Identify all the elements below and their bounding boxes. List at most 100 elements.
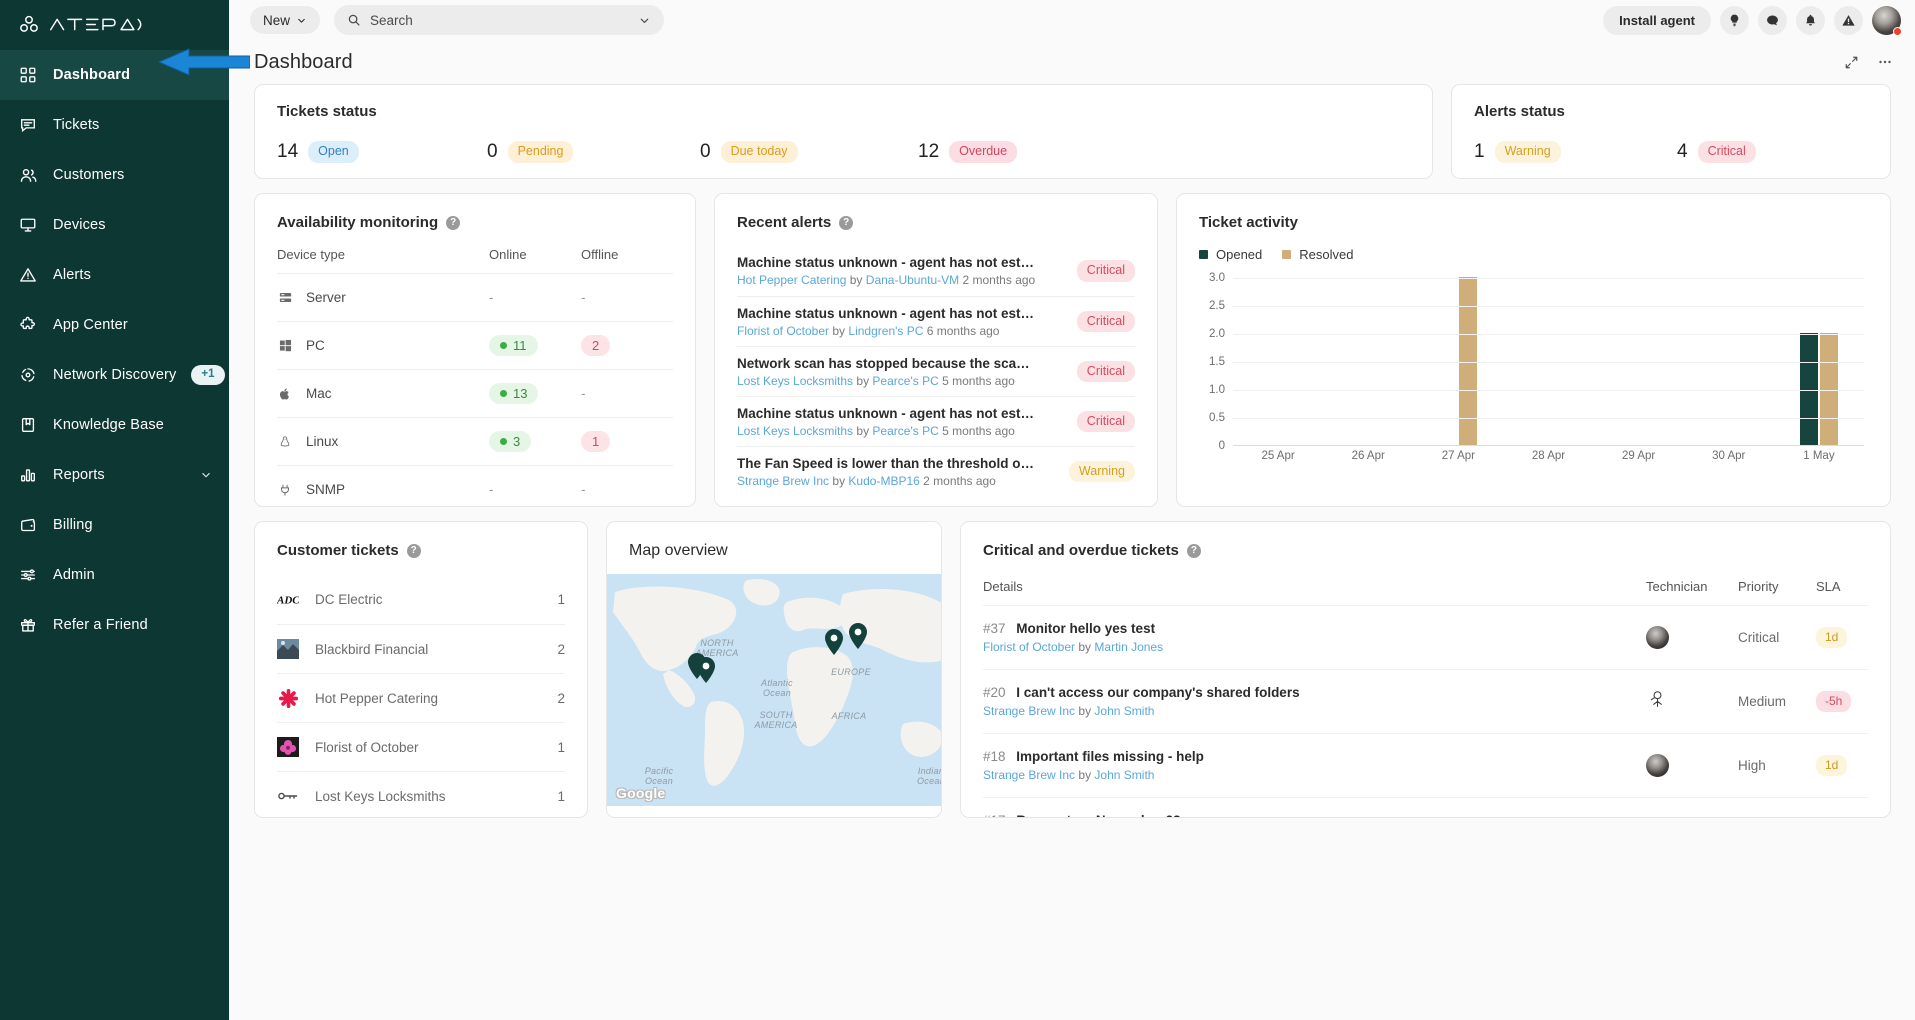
status-badge: Critical [1077,411,1135,433]
ticket-count: 1 [557,789,565,804]
table-row[interactable]: Mac 13 - [277,370,673,418]
column-header-technician: Technician [1646,579,1738,594]
technician-avatar[interactable] [1646,689,1669,712]
middle-row: Availability monitoring ? Device type On… [254,193,1891,507]
list-item[interactable]: Machine status unknown - agent has not e… [737,396,1135,446]
table-row[interactable]: #37 Monitor hello yes test Florist of Oc… [983,605,1868,669]
sidebar-item-dashboard[interactable]: Dashboard [0,50,229,100]
alert-stat-warning[interactable]: 1 Warning [1474,141,1677,163]
ticket-customer-link[interactable]: Florist of October [983,640,1075,654]
map-canvas[interactable]: NORTHAMERICA SOUTHAMERICA EUROPE AFRICA … [607,574,941,806]
chart-y-axis: 00.51.01.52.02.53.0 [1199,278,1225,446]
list-item[interactable]: ADC DC Electric 1 [277,575,565,624]
table-row[interactable]: PC 11 2 [277,322,673,370]
sidebar-item-devices[interactable]: Devices [0,200,229,250]
ticket-title[interactable]: Important files missing - help [1016,749,1204,764]
sidebar-item-reports[interactable]: Reports [0,450,229,500]
sidebar-item-billing[interactable]: Billing [0,500,229,550]
map-pin[interactable] [695,656,717,684]
ticket-requester-link[interactable]: John Smith [1094,704,1154,718]
brand-logo-atera[interactable] [0,0,229,48]
chevron-down-icon[interactable] [199,468,213,482]
sidebar-item-tickets[interactable]: Tickets [0,100,229,150]
alert-device-link[interactable]: Dana-Ubuntu-VM [866,273,959,287]
legend-item-opened[interactable]: Opened [1199,247,1262,262]
list-item[interactable]: Network scan has stopped because the sca… [737,346,1135,396]
network-discovery-badge[interactable]: +1 [191,365,224,385]
help-icon[interactable]: ? [407,544,421,558]
alert-customer-link[interactable]: Florist of October [737,324,829,338]
list-item[interactable]: Machine status unknown - agent has not e… [737,296,1135,346]
new-button[interactable]: New [250,6,320,34]
ticket-customer-link[interactable]: Strange Brew Inc [983,768,1075,782]
sidebar-item-app-center[interactable]: App Center [0,300,229,350]
search-input[interactable]: Search [334,5,664,35]
table-row[interactable]: #18 Important files missing - help Stran… [983,733,1868,797]
recent-alerts-list: Machine status unknown - agent has not e… [737,246,1135,496]
ticket-stat-due-today[interactable]: 0 Due today [700,141,918,163]
table-row[interactable]: Server - - [277,274,673,322]
ticket-stat-pending[interactable]: 0 Pending [487,141,700,163]
list-item[interactable]: Machine status unknown - agent has not e… [737,246,1135,296]
table-row[interactable]: SNMP - - [277,466,673,508]
chart-bar[interactable] [1800,333,1818,445]
alert-device-link[interactable]: Kudo-MBP16 [848,474,919,488]
list-item[interactable]: Florist of October 1 [277,722,565,771]
alert-title[interactable]: Machine status unknown - agent has not e… [737,306,1037,321]
bell-icon[interactable] [1796,6,1825,35]
map-pin[interactable] [823,628,845,656]
ticket-customer-link[interactable]: Strange Brew Inc [983,704,1075,718]
sidebar-item-network-discovery[interactable]: Network Discovery +1 [0,350,229,400]
sidebar-item-alerts[interactable]: Alerts [0,250,229,300]
map-pin[interactable] [847,622,869,650]
ticket-title[interactable]: I can't access our company's shared fold… [1016,685,1299,700]
list-item[interactable]: Lost Keys Locksmiths 1 [277,771,565,818]
windows-icon [277,338,293,354]
table-row[interactable]: #20 I can't access our company's shared … [983,669,1868,733]
lightbulb-icon[interactable] [1720,6,1749,35]
alert-title[interactable]: Machine status unknown - agent has not e… [737,255,1037,270]
sidebar-item-admin[interactable]: Admin [0,550,229,600]
alert-title[interactable]: Network scan has stopped because the sca… [737,356,1037,371]
expand-arrows-icon[interactable] [1844,55,1859,70]
ticket-title[interactable]: Monitor hello yes test [1016,621,1155,636]
help-icon[interactable]: ? [446,216,460,230]
alert-triangle-icon[interactable] [1834,6,1863,35]
technician-avatar[interactable] [1646,754,1669,777]
ticket-requester-link[interactable]: Martin Jones [1094,640,1163,654]
alert-device-link[interactable]: Pearce's PC [872,424,938,438]
list-item[interactable]: Blackbird Financial 2 [277,624,565,673]
list-item[interactable]: The Fan Speed is lower than the threshol… [737,446,1135,496]
alert-device-link[interactable]: Pearce's PC [872,374,938,388]
table-row[interactable]: Linux 3 1 [277,418,673,466]
ticket-requester-link[interactable]: John Smith [1094,768,1154,782]
alert-customer-link[interactable]: Hot Pepper Catering [737,273,846,287]
more-horizontal-icon[interactable] [1877,54,1893,70]
alert-customer-link[interactable]: Strange Brew Inc [737,474,829,488]
ticket-title[interactable]: Razzmatazz November 23 [1016,813,1180,818]
install-agent-button[interactable]: Install agent [1603,6,1711,35]
sidebar-item-refer-a-friend[interactable]: Refer a Friend [0,600,229,650]
ticket-stat-overdue[interactable]: 12 Overdue [918,141,1017,163]
ticket-stat-open[interactable]: 14 Open [277,141,487,163]
help-icon[interactable]: ? [1187,544,1201,558]
chevron-down-icon[interactable] [638,14,651,27]
alert-device-link[interactable]: Lindgren's PC [848,324,923,338]
technician-avatar[interactable] [1646,626,1669,649]
alert-stat-critical[interactable]: 4 Critical [1677,141,1756,163]
alert-customer-link[interactable]: Lost Keys Locksmiths [737,374,853,388]
chat-bubble-icon[interactable] [1758,6,1787,35]
help-icon[interactable]: ? [839,216,853,230]
avatar[interactable] [1872,6,1901,35]
recent-alerts-card: Recent alerts ? Machine status unknown -… [714,193,1158,507]
chart-bar[interactable] [1459,277,1477,445]
alert-title[interactable]: Machine status unknown - agent has not e… [737,406,1037,421]
list-item[interactable]: Hot Pepper Catering 2 [277,673,565,722]
sidebar-item-knowledge-base[interactable]: Knowledge Base [0,400,229,450]
chart-bar[interactable] [1820,333,1838,445]
alert-customer-link[interactable]: Lost Keys Locksmiths [737,424,853,438]
alert-title[interactable]: The Fan Speed is lower than the threshol… [737,456,1037,471]
table-row[interactable]: #17 Razzmatazz November 23 Florist of Oc… [983,797,1868,818]
legend-item-resolved[interactable]: Resolved [1282,247,1353,262]
sidebar-item-customers[interactable]: Customers [0,150,229,200]
